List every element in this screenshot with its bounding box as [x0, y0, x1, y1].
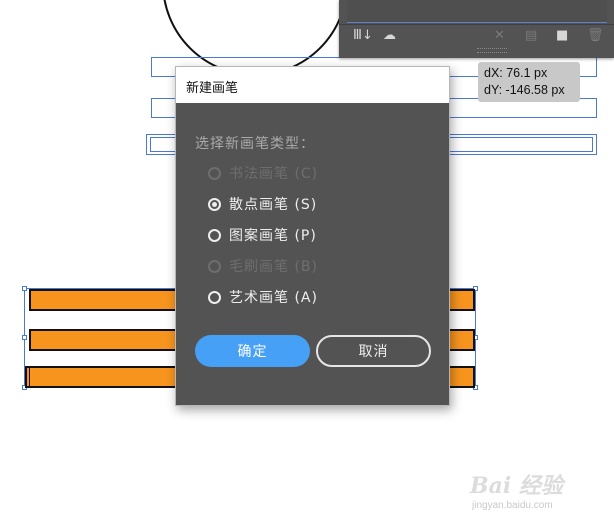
watermark-url: jingyan.baidu.com	[472, 500, 553, 511]
move-delta-tooltip: dX: 76.1 px dY: -146.58 px	[478, 62, 580, 102]
radio-bristle-brush	[208, 259, 221, 273]
selection-handle[interactable]	[22, 286, 27, 291]
selection-handle[interactable]	[22, 335, 27, 340]
radio-calligraphic-brush	[208, 166, 221, 180]
panel-resize-grip[interactable]	[477, 48, 507, 53]
option-art-brush[interactable]: 艺术画笔 (A)	[208, 287, 318, 307]
baidu-jingyan-watermark: Bai 经验 jingyan.baidu.com	[470, 466, 610, 516]
cancel-button[interactable]: 取消	[316, 335, 431, 367]
radio-scatter-brush[interactable]	[208, 197, 221, 211]
libraries-icon[interactable]: ☁	[383, 28, 396, 44]
radio-art-brush[interactable]	[208, 290, 221, 304]
brushes-panel: Ⅲ↓ ☁ ✕ ▤ ■ 🗑	[339, 0, 614, 58]
options-icon[interactable]: ▤	[525, 28, 537, 44]
option-calligraphic-brush: 书法画笔 (C)	[208, 163, 318, 183]
new-brush-icon[interactable]: ■	[556, 28, 568, 44]
delta-y-readout: dY: -146.58 px	[484, 83, 565, 97]
brush-libraries-icon[interactable]: Ⅲ↓	[353, 28, 373, 44]
delta-x-readout: dX: 76.1 px	[484, 66, 548, 80]
brush-preview-strip[interactable]	[347, 0, 607, 23]
option-scatter-brush[interactable]: 散点画笔 (S)	[208, 194, 317, 214]
ok-button[interactable]: 确定	[195, 335, 310, 367]
dialog-title[interactable]: 新建画笔	[176, 67, 449, 103]
watermark-logo: Bai 经验	[470, 473, 563, 499]
radio-pattern-brush[interactable]	[208, 228, 221, 242]
option-bristle-brush: 毛刷画笔 (B)	[208, 256, 318, 276]
brush-type-prompt: 选择新画笔类型：	[195, 136, 315, 152]
option-pattern-brush[interactable]: 图案画笔 (P)	[208, 225, 317, 245]
remove-stroke-icon[interactable]: ✕	[494, 28, 505, 44]
new-brush-dialog: 新建画笔 选择新画笔类型： 书法画笔 (C) 散点画笔 (S) 图案画笔 (P)…	[175, 66, 450, 406]
delete-brush-icon[interactable]: 🗑	[587, 28, 604, 44]
